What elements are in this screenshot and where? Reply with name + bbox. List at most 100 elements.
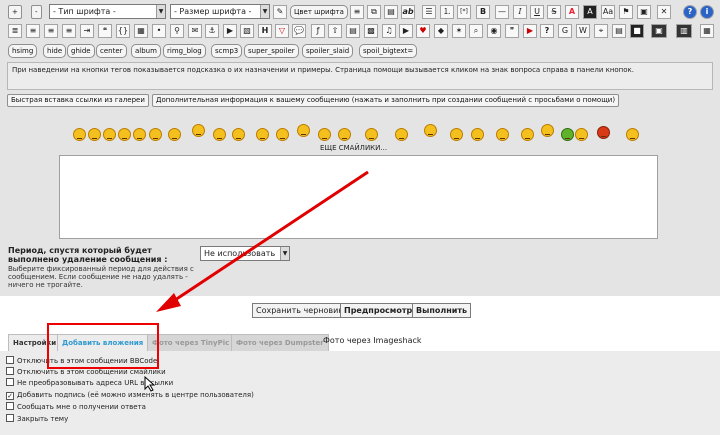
tag-ghide-button[interactable]: ghide	[67, 44, 95, 58]
flash-icon[interactable]: ƒ	[311, 24, 325, 38]
image-icon[interactable]: ▣	[637, 5, 651, 19]
smiley-icon[interactable]	[365, 128, 378, 141]
spellcheck-icon[interactable]: ab	[401, 5, 415, 19]
checkbox[interactable]	[6, 367, 14, 375]
tag-hide-button[interactable]: hide	[43, 44, 67, 58]
heart-icon[interactable]: ♥	[416, 24, 430, 38]
google-icon[interactable]: G	[558, 24, 572, 38]
spoiler-icon[interactable]: ▽	[275, 24, 289, 38]
code-icon[interactable]: {}	[116, 24, 130, 38]
decrease-button[interactable]: -	[31, 5, 42, 19]
smiley-icon[interactable]	[133, 128, 146, 141]
tag-rimg-blog-button[interactable]: rimg_blog	[163, 44, 206, 58]
smiley-icon[interactable]	[73, 128, 86, 141]
dark-panel-icon[interactable]: ■	[630, 24, 644, 38]
submit-button[interactable]: Выполнить	[412, 303, 472, 318]
auto-delete-select[interactable]: Не использовать ▼	[200, 246, 290, 261]
tab-dumpster[interactable]: Фото через Dumpster	[231, 334, 329, 351]
devil-smiley-icon[interactable]	[597, 126, 610, 139]
smiley-icon[interactable]	[149, 128, 162, 141]
strike-icon[interactable]: S̶	[547, 5, 561, 19]
gallery-icon[interactable]: ▩	[364, 24, 378, 38]
smiley-icon[interactable]	[118, 128, 131, 141]
spoiler-tag-icon[interactable]: ◆	[434, 24, 448, 38]
smiley-icon[interactable]	[256, 128, 269, 141]
photo-icon[interactable]: ▧	[240, 24, 254, 38]
comment-icon[interactable]: 💬	[292, 24, 306, 38]
underline-icon[interactable]: U	[530, 5, 544, 19]
justify-icon[interactable]: ≣	[8, 24, 22, 38]
file-icon[interactable]: ▤	[612, 24, 626, 38]
smiley-icon[interactable]	[471, 128, 484, 141]
smiley-icon[interactable]	[232, 128, 245, 141]
video-service-icon[interactable]: ▣	[651, 24, 667, 38]
italic-icon[interactable]: I	[513, 5, 527, 19]
anchor-icon[interactable]: ⚓	[205, 24, 219, 38]
smiley-icon[interactable]	[450, 128, 463, 141]
checkbox-checked[interactable]: ✓	[6, 392, 14, 400]
smiley-icon[interactable]	[88, 128, 101, 141]
gallery-link-button[interactable]: Быстрая вставка ссылки из галереи	[7, 94, 149, 107]
heading-icon[interactable]: H	[258, 24, 272, 38]
save-draft-button[interactable]: Сохранить черновик	[252, 303, 348, 318]
faq-icon[interactable]: ?	[540, 24, 554, 38]
tab-tinypic[interactable]: Фото через TinyPic	[147, 334, 235, 351]
smiley-icon[interactable]	[395, 128, 408, 141]
smiley-icon[interactable]	[213, 128, 226, 141]
preview-button[interactable]: Предпросмотр	[340, 303, 417, 318]
table-icon[interactable]: ▦	[134, 24, 148, 38]
list-icon[interactable]: ☰	[422, 5, 436, 19]
brush-icon[interactable]: ✎	[273, 5, 287, 19]
option-notify-reply[interactable]: Сообщать мне о получении ответа	[6, 402, 146, 413]
checkbox[interactable]	[6, 378, 14, 386]
list-bullets-icon[interactable]: •	[152, 24, 166, 38]
text-size-icon[interactable]: Aa	[601, 5, 615, 19]
email-icon[interactable]: ✉	[188, 24, 202, 38]
list-item-icon[interactable]: [*]	[457, 5, 471, 19]
tab-imageshack[interactable]: Фото через Imageshack	[323, 336, 422, 345]
wiki-icon[interactable]: W	[576, 24, 590, 38]
smiley-icon[interactable]	[192, 124, 205, 137]
numbered-list-icon[interactable]: ⒈	[440, 5, 454, 19]
smiley-icon[interactable]	[424, 124, 437, 137]
clear-format-icon[interactable]: ✕	[657, 5, 671, 19]
smiley-icon[interactable]	[338, 128, 351, 141]
text-color-icon[interactable]: A	[565, 5, 579, 19]
smiley-icon[interactable]	[541, 124, 554, 137]
additional-info-button[interactable]: Дополнительная информация к вашему сообщ…	[152, 94, 620, 107]
increase-button[interactable]: +	[8, 5, 22, 19]
green-smiley-icon[interactable]	[561, 128, 574, 141]
smiley-icon[interactable]	[521, 128, 534, 141]
tag-scmp3-button[interactable]: scmp3	[211, 44, 243, 58]
option-attach-signature[interactable]: ✓ Добавить подпись (её можно изменять в ц…	[6, 390, 254, 401]
align-right-icon[interactable]: ≡	[62, 24, 76, 38]
tag-album-button[interactable]: album	[131, 44, 161, 58]
help-icon[interactable]: ?	[683, 5, 697, 19]
paste-icon[interactable]: ▤	[384, 5, 398, 19]
film-icon[interactable]: ▤	[346, 24, 360, 38]
bg-color-icon[interactable]: A	[583, 5, 597, 19]
cool-smiley-icon[interactable]	[168, 128, 181, 141]
tag-hsimg-button[interactable]: hsimg	[8, 44, 38, 58]
smiley-icon[interactable]	[626, 128, 639, 141]
font-color-button[interactable]: Цвет шрифта	[290, 5, 348, 19]
horizontal-line-icon[interactable]: —	[495, 5, 509, 19]
align-left-icon[interactable]: ≡	[26, 24, 40, 38]
bold-icon[interactable]: B	[476, 5, 490, 19]
flag-icon[interactable]: ⚑	[619, 5, 633, 19]
smiley-icon[interactable]	[297, 124, 310, 137]
checkbox[interactable]	[6, 402, 14, 410]
offtopic-icon[interactable]: ✶	[452, 24, 466, 38]
tag-spoil-bigtext-button[interactable]: spoil_bigtext=	[359, 44, 418, 58]
smiley-icon[interactable]	[276, 128, 289, 141]
indent-icon[interactable]: ⇥	[80, 24, 94, 38]
checkbox[interactable]	[6, 414, 14, 422]
info-icon[interactable]: i	[700, 5, 714, 19]
rss-icon[interactable]: ◉	[487, 24, 501, 38]
quote-block-icon[interactable]: ❞	[505, 24, 519, 38]
upload-icon[interactable]: ⇧	[328, 24, 342, 38]
tag-spoiler-slaid-button[interactable]: spoiler_slaid	[302, 44, 354, 58]
smiley-icon[interactable]	[103, 128, 116, 141]
tag-super-spoiler-button[interactable]: super_spoiler	[244, 44, 299, 58]
font-type-select[interactable]: - Тип шрифта - ▼	[49, 4, 166, 19]
